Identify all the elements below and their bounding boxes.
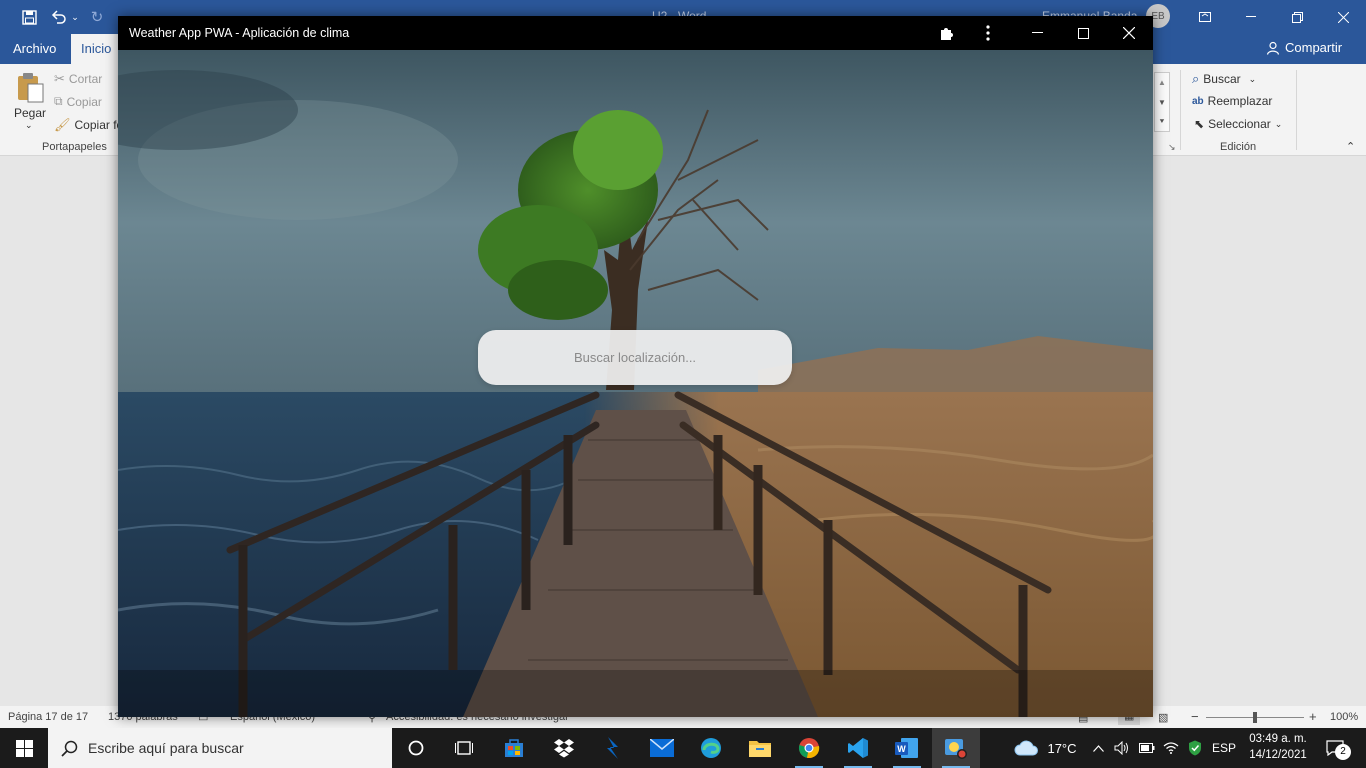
word-icon[interactable]: W xyxy=(883,728,931,768)
cursor-icon: ⬉ xyxy=(1194,117,1205,131)
ribbon-separator xyxy=(1296,70,1297,150)
word-close-icon[interactable] xyxy=(1320,0,1366,34)
redo-icon[interactable]: ↻ xyxy=(84,0,110,34)
chevron-down-icon: ⌄ xyxy=(1248,73,1257,84)
wifi-icon[interactable] xyxy=(1160,728,1182,768)
cortana-icon[interactable] xyxy=(392,728,440,768)
task-view-icon[interactable] xyxy=(440,728,488,768)
more-options-icon[interactable] xyxy=(973,16,1003,50)
minimize-icon[interactable] xyxy=(1014,16,1060,50)
windows-start-icon[interactable] xyxy=(0,728,48,768)
cut-label: Cortar xyxy=(68,72,103,86)
chevron-up-icon[interactable] xyxy=(1088,728,1108,768)
replace-button[interactable]: ab Reemplazar xyxy=(1192,94,1272,108)
ribbon-separator xyxy=(1180,70,1181,150)
word-minimize-icon[interactable] xyxy=(1228,0,1274,34)
web-layout-icon[interactable]: ▧ xyxy=(1158,711,1168,724)
battery-icon[interactable] xyxy=(1136,728,1158,768)
find-button[interactable]: ⌕ Buscar ⌄ xyxy=(1192,71,1256,87)
tab-inicio[interactable]: Inicio xyxy=(71,34,122,64)
maximize-icon[interactable] xyxy=(1060,16,1106,50)
clock-time: 03:49 a. m. xyxy=(1249,733,1307,745)
copy-button[interactable]: ⧉ Copiar xyxy=(54,94,102,109)
clipboard-group-label: Portapapeles xyxy=(42,141,107,153)
tab-archivo[interactable]: Archivo xyxy=(3,34,66,64)
search-icon xyxy=(61,740,78,757)
location-search-input[interactable] xyxy=(478,330,792,385)
zoom-level[interactable]: 100% xyxy=(1330,711,1358,723)
find-label: Buscar xyxy=(1203,72,1241,86)
clock-date: 14/12/2021 xyxy=(1249,749,1307,761)
ribbon-display-icon[interactable] xyxy=(1182,0,1228,34)
volume-icon[interactable] xyxy=(1112,728,1132,768)
power-automate-icon[interactable] xyxy=(589,728,637,768)
dialog-launcher-icon[interactable]: ↘ xyxy=(1168,142,1176,153)
notification-count-badge: 2 xyxy=(1335,744,1351,760)
zoom-in-icon[interactable]: + xyxy=(1309,709,1317,724)
edge-icon[interactable] xyxy=(687,728,735,768)
pwa-titlebar[interactable]: Weather App PWA - Aplicación de clima xyxy=(118,16,1153,50)
security-shield-icon[interactable] xyxy=(1184,728,1206,768)
extensions-icon[interactable] xyxy=(932,16,962,50)
search-icon: ⌕ xyxy=(1192,71,1200,86)
collapse-ribbon-icon[interactable]: ⌃ xyxy=(1346,140,1355,153)
undo-icon[interactable] xyxy=(46,0,72,34)
styles-gallery-scroller[interactable]: ▲ ▼ ⯆ xyxy=(1154,72,1170,132)
share-button[interactable]: Compartir xyxy=(1266,40,1342,55)
close-icon[interactable] xyxy=(1106,16,1152,50)
paste-button[interactable]: Pegar xyxy=(14,106,46,120)
replace-icon: ab xyxy=(1192,95,1204,107)
zoom-slider-thumb[interactable] xyxy=(1253,712,1257,723)
share-label: Compartir xyxy=(1285,40,1343,55)
mail-icon[interactable] xyxy=(638,728,686,768)
select-label: Seleccionar xyxy=(1208,117,1271,131)
replace-label: Reemplazar xyxy=(1207,94,1273,108)
svg-text:W: W xyxy=(897,744,906,754)
format-painter-button[interactable]: 🖌 Copiar fo xyxy=(54,117,123,133)
microsoft-store-icon[interactable] xyxy=(490,728,538,768)
notifications-icon[interactable]: 2 xyxy=(1320,728,1351,768)
copy-label: Copiar xyxy=(66,94,102,109)
dropbox-icon[interactable] xyxy=(540,728,588,768)
format-painter-label: Copiar fo xyxy=(74,118,124,132)
cut-button[interactable]: ✂ Cortar xyxy=(54,71,102,87)
pwa-window: Weather App PWA - Aplicación de clima xyxy=(118,16,1153,717)
scissors-icon: ✂ xyxy=(54,71,65,86)
chevron-down-icon: ⌄ xyxy=(1274,118,1283,129)
paintbrush-icon: 🖌 xyxy=(54,117,71,132)
taskbar-search-box[interactable]: Escribe aquí para buscar xyxy=(48,728,392,768)
weather-pwa-icon[interactable] xyxy=(932,728,980,768)
copy-icon: ⧉ xyxy=(54,94,63,108)
select-button[interactable]: ⬉ Seleccionar ⌄ xyxy=(1194,117,1282,131)
chrome-icon[interactable] xyxy=(785,728,833,768)
paste-icon[interactable] xyxy=(16,72,44,104)
weather-cloud-icon[interactable] xyxy=(1010,728,1042,768)
weather-app-view xyxy=(118,50,1153,717)
undo-dropdown-icon[interactable]: ⌄ xyxy=(70,0,80,34)
person-icon xyxy=(1266,41,1280,55)
save-icon[interactable] xyxy=(16,0,42,34)
file-explorer-icon[interactable] xyxy=(736,728,784,768)
pwa-window-title: Weather App PWA - Aplicación de clima xyxy=(129,26,350,40)
windows-taskbar: Escribe aquí para buscar W 17°C ESP 03:4… xyxy=(0,728,1366,768)
zoom-out-icon[interactable]: − xyxy=(1191,709,1199,724)
taskbar-clock[interactable]: 03:49 a. m. 14/12/2021 xyxy=(1236,731,1320,763)
page-count[interactable]: Página 17 de 17 xyxy=(8,711,88,723)
word-restore-icon[interactable] xyxy=(1274,0,1320,34)
taskbar-search-placeholder: Escribe aquí para buscar xyxy=(88,740,244,756)
vscode-icon[interactable] xyxy=(834,728,882,768)
paste-dropdown-icon[interactable]: ⌄ xyxy=(25,120,33,131)
taskbar-temperature[interactable]: 17°C xyxy=(1042,728,1082,768)
editing-group-label: Edición xyxy=(1220,141,1257,153)
